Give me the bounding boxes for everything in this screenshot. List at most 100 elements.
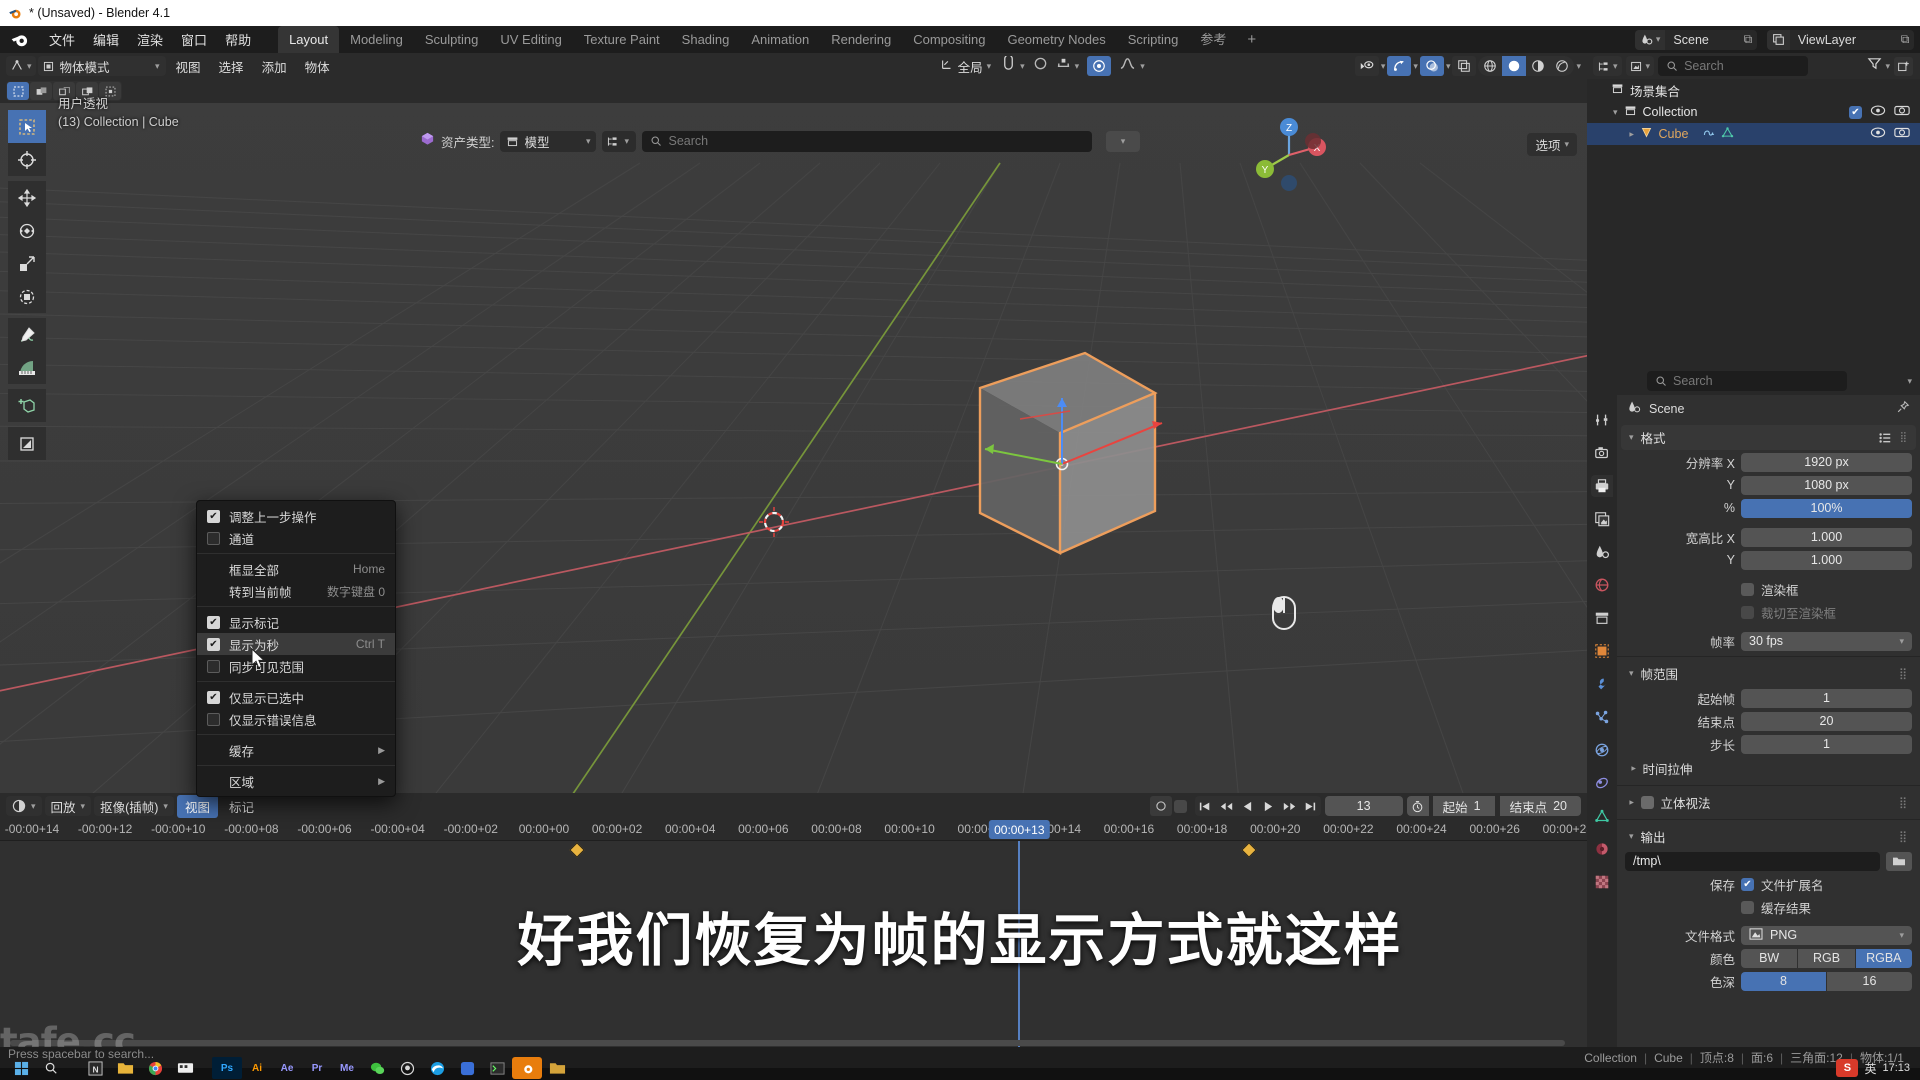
stereoscopy-checkbox[interactable] <box>1640 796 1654 809</box>
jump-to-start-button[interactable] <box>1195 796 1216 816</box>
solid-shading-button[interactable] <box>1502 56 1527 76</box>
outliner-editor-type-button[interactable]: ▾ <box>1593 56 1622 76</box>
playback-menu[interactable]: 回放 ▾ <box>44 796 92 816</box>
timeline-view-menu[interactable]: 视图 <box>176 794 218 818</box>
particle-properties-tab[interactable] <box>1591 706 1613 728</box>
context-menu-item[interactable]: ✔ 显示标记 <box>197 611 395 633</box>
select-box-mode[interactable] <box>7 82 29 100</box>
menu-file[interactable]: 文件 <box>40 27 84 52</box>
scale-tool[interactable] <box>8 247 46 280</box>
material-preview-button[interactable] <box>1526 56 1550 76</box>
view-layer-properties-tab[interactable] <box>1591 508 1613 530</box>
workspace-tab-scripting[interactable]: Scripting <box>1117 26 1190 53</box>
chevron-right-icon[interactable]: ▾ <box>1626 132 1637 137</box>
chevron-down-icon[interactable]: ▾ <box>1613 107 1618 118</box>
timeline-view-context-menu[interactable]: ✔ 调整上一步操作 通道 框显全部 Home 转到当前帧 数字键盘 0 ✔ 显示标记 ✔ 显示为秒 C… <box>196 500 396 797</box>
workspace-tab-shading[interactable]: Shading <box>671 26 741 53</box>
time-stretching-subpanel[interactable]: ▾ 时间拉伸 <box>1617 756 1920 781</box>
jump-to-end-button[interactable] <box>1300 796 1321 816</box>
chevron-down-icon[interactable]: ▾ <box>1576 61 1581 72</box>
frame-start-field[interactable]: 1 <box>1741 688 1912 708</box>
chevron-down-icon[interactable]: ▾ <box>1413 61 1418 72</box>
shading-mode-group[interactable] <box>1478 56 1575 76</box>
clock[interactable]: 17:13 <box>1882 1062 1910 1074</box>
properties-search-input[interactable]: Search <box>1647 371 1847 391</box>
chevron-down-icon[interactable]: ▾ <box>1446 61 1451 72</box>
cursor-tool[interactable] <box>8 143 46 176</box>
stereoscopy-panel-header[interactable]: ▾ 立体视法 ⣿ <box>1621 790 1916 815</box>
viewport-options-dropdown[interactable]: 选项 ▾ <box>1527 133 1577 156</box>
interaction-mode-selector[interactable]: 物体模式 ▾ <box>37 56 166 76</box>
asset-filter-dropdown[interactable]: ▾ <box>602 130 637 152</box>
context-menu-item[interactable]: ✔ 显示为秒 Ctrl T <box>197 633 395 655</box>
auto-keying-toggle[interactable] <box>1149 796 1172 816</box>
workspace-tab-sculpting[interactable]: Sculpting <box>414 26 489 53</box>
collection-properties-tab[interactable] <box>1591 607 1613 629</box>
scene-name-field[interactable]: Scene <box>1665 30 1738 50</box>
render-region-checkbox[interactable]: 渲染框 <box>1741 580 1799 599</box>
terminal-icon[interactable] <box>482 1057 512 1079</box>
show-gizmo-toggle[interactable] <box>1387 56 1412 76</box>
viewport-menu-view[interactable]: 视图 <box>168 55 209 78</box>
tweak-select-tool[interactable] <box>8 110 46 143</box>
workspace-tab-rendering[interactable]: Rendering <box>820 26 902 53</box>
app-icon[interactable] <box>452 1057 482 1079</box>
me-icon[interactable]: Me <box>332 1057 362 1079</box>
eye-icon[interactable] <box>1870 104 1886 120</box>
workspace-tab-reference[interactable]: 参考 <box>1189 26 1237 53</box>
world-properties-tab[interactable] <box>1591 574 1613 596</box>
keyframe-marker[interactable] <box>569 842 585 858</box>
select-extend-mode[interactable] <box>30 82 52 100</box>
rendered-shading-button[interactable] <box>1550 56 1574 76</box>
new-collection-button[interactable] <box>1894 56 1913 76</box>
ai-icon[interactable]: Ai <box>242 1057 272 1079</box>
keying-menu[interactable]: 抠像(插帧) ▾ <box>94 796 174 816</box>
viewlayer-name-field[interactable]: ViewLayer <box>1790 30 1896 50</box>
snap-magnet-icon[interactable] <box>1001 54 1016 76</box>
constraints-properties-tab[interactable] <box>1591 772 1613 794</box>
object-properties-tab[interactable] <box>1591 640 1613 662</box>
outliner-row-scene-collection[interactable]: 场景集合 <box>1587 79 1920 101</box>
context-menu-item[interactable]: 同步可见范围 <box>197 655 395 677</box>
frame-range-panel-header[interactable]: ▾ 帧范围 ⣿ <box>1621 661 1916 686</box>
workspace-tab-texture-paint[interactable]: Texture Paint <box>573 26 671 53</box>
timeline-ruler[interactable]: -00:00+14 -00:00+12 -00:00+10 -00:00+08 -00:… <box>0 819 1587 841</box>
auto-keying-checkbox[interactable] <box>1173 799 1187 813</box>
viewlayer-selector[interactable]: ViewLayer ⧉ <box>1766 29 1914 50</box>
view-layer-icon[interactable] <box>1766 29 1790 50</box>
modifier-icon[interactable] <box>1702 126 1715 142</box>
pin-icon[interactable] <box>1896 400 1910 417</box>
measure-tool[interactable] <box>8 351 46 384</box>
outliner-display-mode-button[interactable]: ▾ <box>1625 56 1655 76</box>
frame-step-field[interactable]: 1 <box>1741 734 1912 754</box>
scene-properties-tab[interactable] <box>1591 541 1613 563</box>
ps-icon[interactable]: Ps <box>212 1057 242 1079</box>
panel-drag-handle[interactable]: ⣿ <box>1899 830 1908 843</box>
workspace-tab-animation[interactable]: Animation <box>740 26 820 53</box>
timeline-editor-type-button[interactable]: ▾ <box>6 796 42 816</box>
context-menu-item[interactable]: 区域 ▶ <box>197 770 395 792</box>
output-path-field[interactable]: /tmp\ <box>1625 851 1880 871</box>
transform-tool[interactable] <box>8 280 46 313</box>
panel-drag-handle[interactable]: ⣿ <box>1899 667 1908 680</box>
workspace-tab-uv-editing[interactable]: UV Editing <box>489 26 572 53</box>
context-menu-item[interactable]: 缓存 ▶ <box>197 739 395 761</box>
new-viewlayer-icon[interactable]: ⧉ <box>1896 32 1914 47</box>
annotate-tool[interactable] <box>8 318 46 351</box>
move-tool[interactable] <box>8 181 46 214</box>
menu-help[interactable]: 帮助 <box>216 27 260 52</box>
rotate-tool[interactable] <box>8 214 46 247</box>
editor-type-selector[interactable]: ▾ <box>6 56 36 76</box>
resolution-y-field[interactable]: 1080 px <box>1741 475 1912 495</box>
workspace-tab-modeling[interactable]: Modeling <box>339 26 414 53</box>
edge-icon[interactable] <box>422 1057 452 1079</box>
context-menu-item[interactable]: 框显全部 Home <box>197 558 395 580</box>
viewport-menu-select[interactable]: 选择 <box>211 55 252 78</box>
add-workspace-button[interactable]: + <box>1237 27 1266 52</box>
tool-properties-tab[interactable] <box>1591 409 1613 431</box>
folder-icon[interactable] <box>542 1057 572 1079</box>
format-panel-tools[interactable]: ⣿ <box>1878 431 1908 445</box>
eye-icon[interactable] <box>1870 126 1886 142</box>
use-preview-range-icon[interactable] <box>1406 796 1429 816</box>
physics-properties-tab[interactable] <box>1591 739 1613 761</box>
